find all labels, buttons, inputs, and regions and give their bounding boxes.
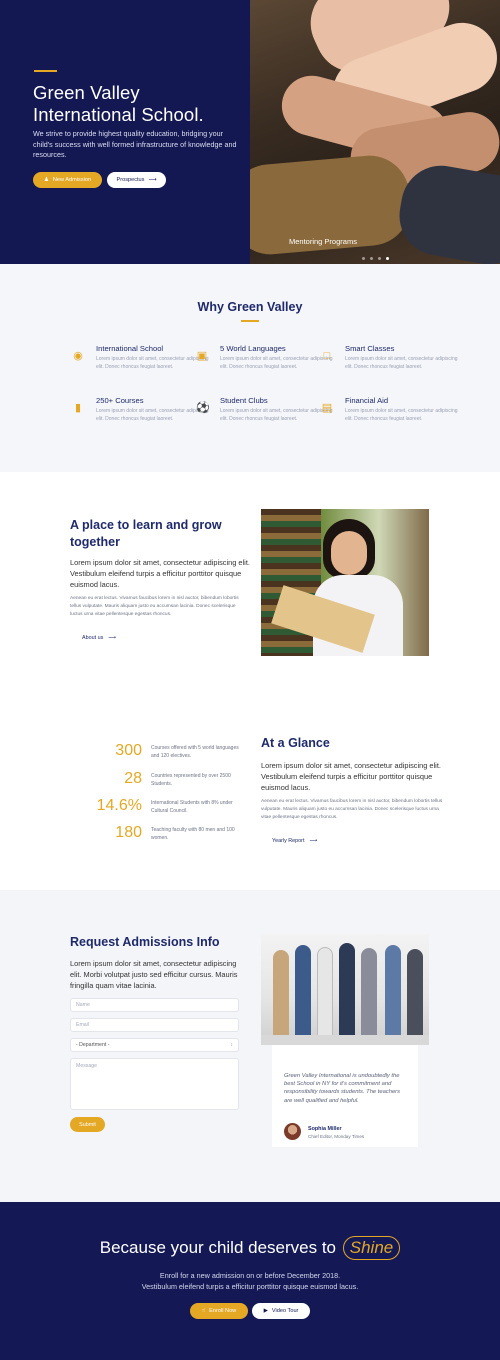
stat-text: Courses offered with 5 world languages a…	[151, 745, 239, 759]
cta-text-line: Vestibulum eleifend turpis a efficitur p…	[141, 1281, 359, 1291]
message-field[interactable]: Message	[70, 1058, 239, 1110]
why-title: Why Green Valley	[197, 300, 303, 314]
ball-icon: ⚽	[196, 402, 210, 414]
new-admission-button[interactable]: ♟ New Admission	[33, 172, 102, 188]
avatar	[284, 1123, 301, 1140]
stat-text: International Students with 8% under Cul…	[151, 800, 233, 814]
yearly-report-link[interactable]: Yearly Report ⟶	[272, 838, 317, 844]
learn-lead: Lorem ipsum dolor sit amet, consectetur …	[70, 558, 250, 589]
video-tour-label: Video Tour	[271, 1308, 299, 1314]
stat-number: 180	[115, 824, 142, 841]
laptop-icon: □	[323, 350, 331, 362]
email-placeholder: Email	[76, 1022, 89, 1028]
enroll-now-label: Enroll Now	[209, 1308, 237, 1314]
student-photo	[261, 509, 429, 656]
chevron-down-icon: ↕	[230, 1042, 234, 1048]
arrow-right-icon: ⟶	[108, 635, 117, 641]
hero-accent-line	[34, 70, 57, 72]
slider-dots	[362, 257, 389, 260]
enroll-now-button[interactable]: ☝ Enroll Now	[190, 1303, 248, 1319]
glance-title: At a Glance	[261, 736, 330, 750]
testimonial-role: Chief Editor, Monday Times	[308, 1134, 365, 1139]
arrow-right-icon: ⟶	[309, 838, 318, 844]
feature-smart-classes: □ Smart Classes Lorem ipsum dolor sit am…	[324, 344, 463, 371]
book-icon: ▮	[74, 402, 82, 414]
learn-title: A place to learn and grow together	[70, 518, 222, 549]
play-icon: ▶	[263, 1308, 268, 1314]
money-icon: ▤	[321, 402, 333, 414]
cta-title: Because your child deserves to Shine	[0, 1236, 500, 1260]
prospectus-label: Prospectus	[116, 177, 145, 183]
prospectus-button[interactable]: Prospectus ⟶	[107, 172, 166, 188]
testimonial-name: Sophia Miller	[308, 1126, 342, 1132]
user-icon: ♟	[43, 177, 49, 183]
cta-title-text: Because your child deserves to	[99, 1238, 337, 1257]
stat-text: Countries represented by over 2500 Stude…	[151, 773, 231, 787]
stat-number: 300	[115, 742, 142, 759]
hero-description: We strive to provide highest quality edu…	[33, 129, 237, 160]
testimonial-quote: Green Valley International is undoubtedl…	[284, 1073, 400, 1104]
hero-slide-image	[250, 0, 500, 264]
cta-text: Enroll for a new admission on or before …	[0, 1271, 500, 1292]
hand-icon: ☝	[201, 1308, 206, 1314]
video-tour-button[interactable]: ▶ Video Tour	[252, 1303, 310, 1319]
language-icon: ▣	[196, 350, 208, 362]
about-us-label: About us	[82, 635, 104, 641]
hero-section: Green Valley International School. We st…	[0, 0, 500, 264]
feature-text: Lorem ipsum dolor sit amet, consectetur …	[345, 408, 458, 422]
hero-title: Green Valley International School.	[33, 82, 204, 125]
department-select[interactable]: - Department - ↕	[70, 1038, 239, 1052]
feature-financial-aid: ▤ Financial Aid Lorem ipsum dolor sit am…	[322, 396, 463, 423]
name-field[interactable]: Name	[70, 998, 239, 1012]
email-field[interactable]: Email	[70, 1018, 239, 1032]
why-accent-line	[241, 320, 259, 322]
submit-button[interactable]: Submit	[70, 1117, 105, 1132]
slider-dot[interactable]	[378, 257, 381, 260]
feature-text: Lorem ipsum dolor sit amet, consectetur …	[345, 356, 458, 370]
stat-text: Teaching faculty with 80 men and 100 wom…	[151, 827, 235, 841]
cta-text-line: Enroll for a new admission on or before …	[159, 1271, 341, 1280]
name-placeholder: Name	[76, 1002, 90, 1008]
new-admission-label: New Admission	[52, 177, 92, 183]
yearly-report-label: Yearly Report	[272, 838, 305, 844]
about-us-link[interactable]: About us ⟶	[82, 635, 116, 641]
arrow-right-icon: ⟶	[148, 177, 157, 183]
slide-caption: Mentoring Programs	[289, 237, 357, 246]
slider-dot-active[interactable]	[386, 257, 389, 260]
admissions-lead: Lorem ipsum dolor sit amet, consectetur …	[70, 959, 238, 990]
globe-icon: ◉	[73, 350, 83, 362]
submit-label: Submit	[79, 1121, 96, 1128]
students-photo	[261, 934, 429, 1045]
slider-dot[interactable]	[370, 257, 373, 260]
message-placeholder: Message	[76, 1063, 98, 1069]
glance-text: Aenean eu erat lectus. Vivamus faucibus …	[261, 799, 443, 820]
admissions-title: Request Admissions Info	[70, 935, 220, 949]
slider-dot[interactable]	[362, 257, 365, 260]
glance-lead: Lorem ipsum dolor sit amet, consectetur …	[261, 761, 441, 792]
stat-number: 14.6%	[96, 797, 142, 814]
feature-title: Smart Classes	[345, 344, 395, 353]
feature-title: Financial Aid	[345, 396, 389, 405]
stat-number: 28	[124, 770, 142, 787]
learn-text: Aenean eu erat lectus. Vivamus faucibus …	[70, 596, 239, 617]
department-value: - Department -	[76, 1042, 110, 1048]
cta-highlight: Shine	[342, 1236, 401, 1260]
